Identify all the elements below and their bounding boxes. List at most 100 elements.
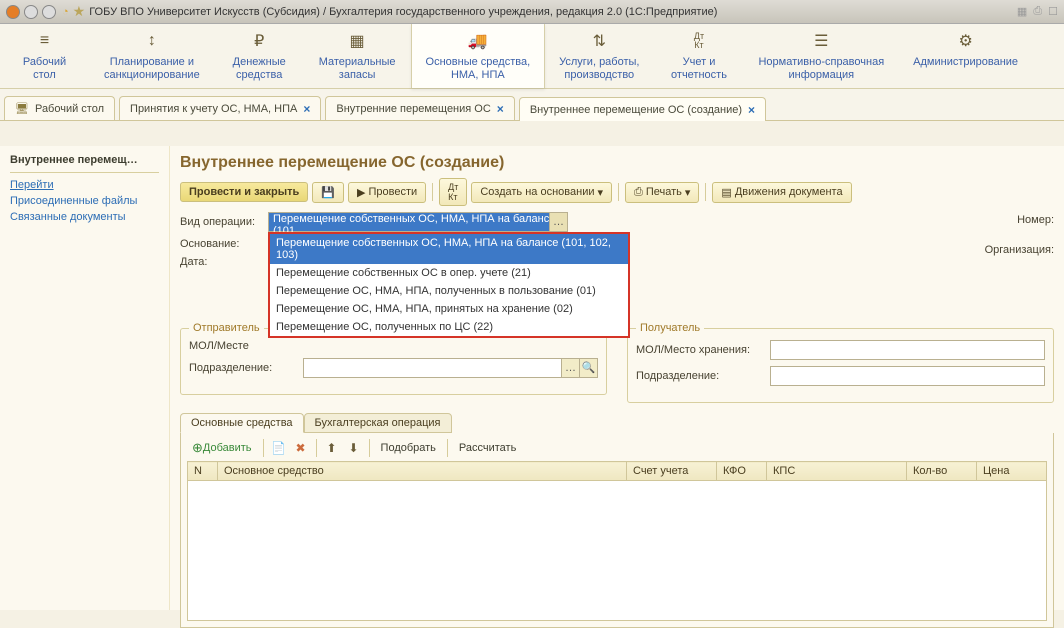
print-icon[interactable]: ⎙: [1033, 5, 1042, 18]
print-icon: ⎙: [634, 186, 643, 199]
create-based-button[interactable]: Создать на основании ▾: [471, 182, 612, 203]
post-button[interactable]: ▶ Провести: [348, 182, 426, 203]
window-max-btn[interactable]: [42, 5, 56, 19]
nav-planning[interactable]: ↕ Планирование и санкционирование: [90, 24, 215, 88]
nav-label: Планирование и санкционирование: [104, 56, 200, 82]
col-qty[interactable]: Кол-во: [907, 462, 977, 481]
dropdown-option[interactable]: Перемещение собственных ОС, НМА, НПА на …: [270, 234, 628, 264]
lookup-button[interactable]: …: [561, 359, 579, 377]
table-header-row: N Основное средство Счет учета КФО КПС К…: [188, 462, 1047, 481]
nav-desktop[interactable]: ≡ Рабочий стол: [0, 24, 90, 88]
tab-desktop[interactable]: 🖥 Рабочий стол: [4, 96, 115, 120]
print-button[interactable]: ⎙ Печать ▾: [625, 182, 699, 203]
dtkt-icon: Дт Кт: [688, 32, 710, 50]
post-and-close-button[interactable]: Провести и закрыть: [180, 182, 308, 202]
side-link-files[interactable]: Присоединенные файлы: [10, 195, 159, 207]
window-controls: [6, 5, 56, 19]
dropdown-toggle[interactable]: …: [549, 213, 567, 231]
nav-label: Основные средства, НМА, НПА: [426, 56, 531, 82]
sender-mol-label: МОЛ/Месте: [189, 340, 299, 352]
col-n[interactable]: N: [188, 462, 218, 481]
table-body-empty[interactable]: [187, 481, 1047, 621]
dropdown-option[interactable]: Перемещение собственных ОС в опер. учете…: [270, 264, 628, 282]
grid-icon[interactable]: ▦: [1017, 5, 1027, 18]
sub-tab-body: ⊕ Добавить 📄 ✖ ⬆ ⬇ Подобрать Рассчитать …: [180, 433, 1054, 628]
op-type-label: Вид операции:: [180, 216, 268, 228]
right-fields: Номер: Организация:: [985, 212, 1054, 256]
btn-label: Печать: [646, 186, 682, 198]
separator: [432, 183, 433, 201]
sender-div-input[interactable]: … 🔍: [303, 358, 598, 378]
dtkt-icon: ДтКт: [448, 182, 458, 202]
col-account[interactable]: Счет учета: [627, 462, 717, 481]
col-asset[interactable]: Основное средство: [218, 462, 627, 481]
help-icon[interactable]: ☐: [1048, 5, 1058, 18]
window-close-btn[interactable]: [6, 5, 20, 19]
tab-moves-list[interactable]: Внутренние перемещения ОС ×: [325, 96, 514, 120]
delete-row-button[interactable]: ✖: [292, 439, 310, 457]
sender-div-label: Подразделение:: [189, 362, 299, 374]
nav-reporting[interactable]: Дт Кт Учет и отчетность: [654, 24, 744, 88]
col-kfo[interactable]: КФО: [717, 462, 767, 481]
op-type-field[interactable]: Перемещение собственных ОС, НМА, НПА на …: [268, 212, 568, 232]
separator: [263, 439, 264, 457]
col-price[interactable]: Цена: [977, 462, 1047, 481]
nav-money[interactable]: ₽ Денежные средства: [215, 24, 305, 88]
receiver-legend: Получатель: [636, 322, 704, 334]
assets-table: N Основное средство Счет учета КФО КПС К…: [187, 461, 1047, 481]
dtkt-button[interactable]: ДтКт: [439, 178, 467, 206]
dropdown-option[interactable]: Перемещение ОС, полученных по ЦС (22): [270, 318, 628, 336]
planning-icon: ↕: [141, 32, 163, 50]
save-button[interactable]: 💾: [312, 182, 344, 203]
main-nav: ≡ Рабочий стол ↕ Планирование и санкцион…: [0, 24, 1064, 89]
close-icon[interactable]: ×: [748, 103, 755, 117]
org-label: Организация:: [985, 244, 1054, 256]
sub-tab-assets[interactable]: Основные средства: [180, 413, 304, 433]
copy-row-button[interactable]: 📄: [270, 439, 288, 457]
calc-button[interactable]: Рассчитать: [454, 439, 521, 457]
nav-label: Денежные средства: [233, 56, 286, 82]
receiver-mol-input[interactable]: [770, 340, 1045, 360]
page-body: Внутреннее перемещ… Перейти Присоединенн…: [0, 146, 1064, 610]
receiver-div-label: Подразделение:: [636, 370, 766, 382]
pick-button[interactable]: Подобрать: [376, 439, 441, 457]
add-row-button[interactable]: ⊕ Добавить: [187, 439, 257, 457]
sub-tab-accounting[interactable]: Бухгалтерская операция: [304, 413, 452, 433]
nav-assets[interactable]: 🚚 Основные средства, НМА, НПА: [411, 24, 546, 88]
title-right-icons: ▦ ⎙ ☐: [1017, 5, 1058, 18]
move-up-button[interactable]: ⬆: [323, 439, 341, 457]
favorite-icon[interactable]: ★: [73, 3, 86, 20]
separator: [447, 439, 448, 457]
movements-button[interactable]: ▤ Движения документа: [712, 182, 851, 203]
receiver-div-input[interactable]: [770, 366, 1045, 386]
doc-icon: ▤: [721, 186, 731, 199]
nav-admin[interactable]: ⚙ Администрирование: [899, 24, 1033, 88]
btn-label: Добавить: [203, 442, 252, 454]
close-icon[interactable]: ×: [497, 102, 504, 116]
separator: [705, 183, 706, 201]
window-min-btn[interactable]: [24, 5, 38, 19]
nav-reference[interactable]: ☰ Нормативно-справочная информация: [744, 24, 899, 88]
tab-label: Рабочий стол: [35, 103, 104, 115]
dropdown-option[interactable]: Перемещение ОС, НМА, НПА, принятых на хр…: [270, 300, 628, 318]
nav-services[interactable]: ⇅ Услуги, работы, производство: [545, 24, 654, 88]
nav-label: Администрирование: [913, 56, 1018, 69]
tab-acceptance[interactable]: Принятия к учету ОС, НМА, НПА ×: [119, 96, 321, 120]
separator: [369, 439, 370, 457]
number-label: Номер:: [1017, 214, 1054, 226]
close-icon[interactable]: ×: [303, 102, 310, 116]
dropdown-option[interactable]: Перемещение ОС, НМА, НПА, полученных в п…: [270, 282, 628, 300]
side-link-related[interactable]: Связанные документы: [10, 211, 159, 223]
nav-label: Рабочий стол: [23, 56, 66, 82]
basis-label: Основание:: [180, 238, 268, 250]
move-down-button[interactable]: ⬇: [345, 439, 363, 457]
tab-move-create[interactable]: Внутреннее перемещение ОС (создание) ×: [519, 97, 766, 121]
page-title: Внутреннее перемещение ОС (создание): [180, 154, 1054, 172]
col-kps[interactable]: КПС: [767, 462, 907, 481]
nav-materials[interactable]: ▦ Материальные запасы: [305, 24, 411, 88]
side-go-link[interactable]: Перейти: [10, 179, 159, 191]
search-button[interactable]: 🔍: [579, 359, 597, 377]
truck-icon: 🚚: [467, 32, 489, 50]
divider: [10, 172, 159, 173]
tabs-bar: 🖥 Рабочий стол Принятия к учету ОС, НМА,…: [0, 89, 1064, 121]
